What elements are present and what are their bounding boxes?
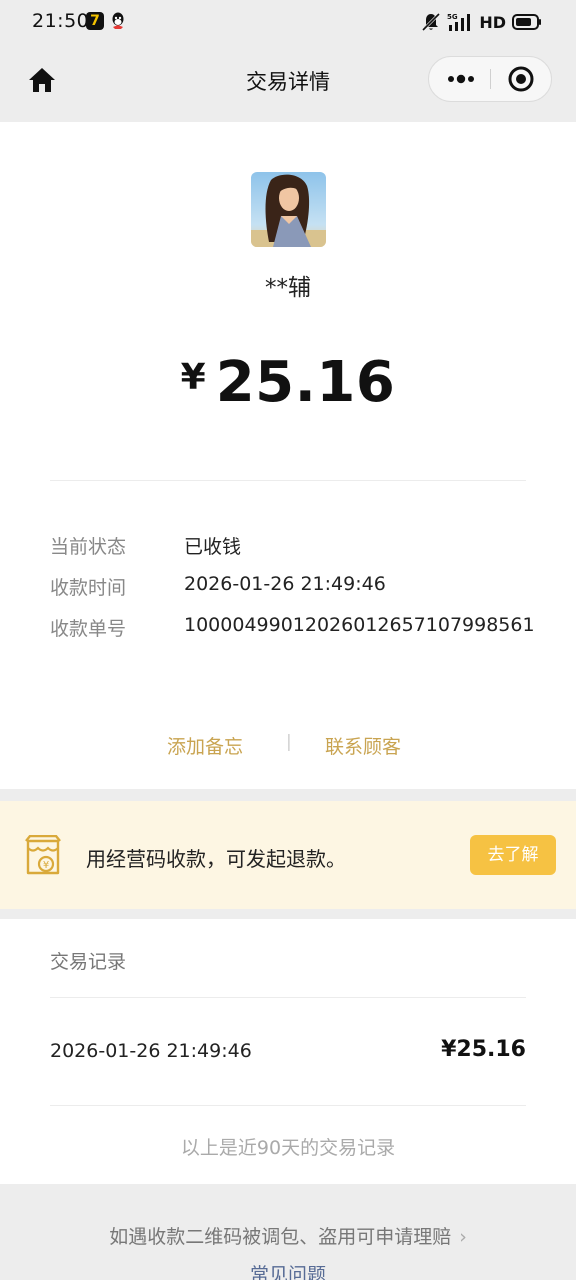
miniprogram-capsule <box>428 56 552 102</box>
svg-text:¥: ¥ <box>43 860 49 871</box>
contact-customer-link[interactable]: 联系顾客 <box>325 732 401 759</box>
claim-text: 如遇收款二维码被调包、盗用可申请理赔 <box>109 1226 452 1248</box>
detail-value: 已收钱 <box>184 536 242 558</box>
divider <box>50 480 526 481</box>
status-time: 21:50 <box>32 10 90 32</box>
detail-label: 当前状态 <box>50 536 127 558</box>
status-indicators: 5G HD <box>421 10 542 34</box>
record-time: 2026-01-26 21:49:46 <box>50 1040 252 1062</box>
detail-label: 收款单号 <box>50 618 127 640</box>
hd-indicator: HD <box>479 12 506 32</box>
claim-link[interactable]: 如遇收款二维码被调包、盗用可申请理赔 › <box>0 1222 576 1249</box>
merchant-name: **辅 <box>265 275 311 301</box>
merchant-avatar <box>251 172 326 247</box>
qq-icon <box>112 12 124 29</box>
divider <box>50 997 526 998</box>
page: 21:50 7 5G HD 交易详情 **辅 ¥ 25.16 当前状态 已收钱 … <box>0 0 576 1280</box>
amount-value: 25.16 <box>215 350 396 415</box>
faq-link[interactable]: 常见问题 <box>0 1260 576 1280</box>
record-amount: ¥25.16 <box>441 1037 526 1062</box>
banner-text: 用经营码收款，可发起退款。 <box>86 847 346 871</box>
app-notification-icon: 7 <box>86 12 104 30</box>
battery-icon <box>512 14 541 30</box>
transaction-card: **辅 ¥25.16 当前状态 已收钱 收款时间 2026-01-26 21:4… <box>0 122 576 789</box>
detail-label: 收款时间 <box>50 577 127 599</box>
nav-bar: 交易详情 <box>0 44 576 122</box>
mute-bell-icon <box>422 12 441 32</box>
transaction-amount: ¥25.16 <box>0 350 576 415</box>
bottom-links: 如遇收款二维码被调包、盗用可申请理赔 › 常见问题 <box>0 1184 576 1280</box>
learn-more-button[interactable]: 去了解 <box>470 835 556 875</box>
shop-code-icon: ¥ <box>25 835 61 875</box>
action-links: 添加备忘 | 联系顾客 <box>0 732 576 762</box>
chevron-right-icon: › <box>459 1226 467 1248</box>
status-bar: 21:50 7 5G HD <box>0 0 576 44</box>
detail-value: 2026-01-26 21:49:46 <box>184 573 386 595</box>
records-title: 交易记录 <box>50 951 127 973</box>
records-footer: 以上是近90天的交易记录 <box>180 1137 396 1159</box>
transaction-records: 交易记录 2026-01-26 21:49:46 ¥25.16 以上是近90天的… <box>0 919 576 1184</box>
signal-5g-icon: 5G <box>447 13 471 31</box>
svg-text:5G: 5G <box>447 13 458 21</box>
business-code-banner: ¥ 用经营码收款，可发起退款。 去了解 <box>0 801 576 909</box>
close-miniprogram-icon[interactable] <box>491 57 553 101</box>
add-remark-link[interactable]: 添加备忘 <box>167 732 243 759</box>
divider <box>50 1105 526 1106</box>
action-separator: | <box>286 732 292 752</box>
detail-value: 1000049901202601265710799856​1 <box>184 614 535 636</box>
more-icon[interactable] <box>429 57 491 101</box>
currency-symbol: ¥ <box>180 357 206 398</box>
